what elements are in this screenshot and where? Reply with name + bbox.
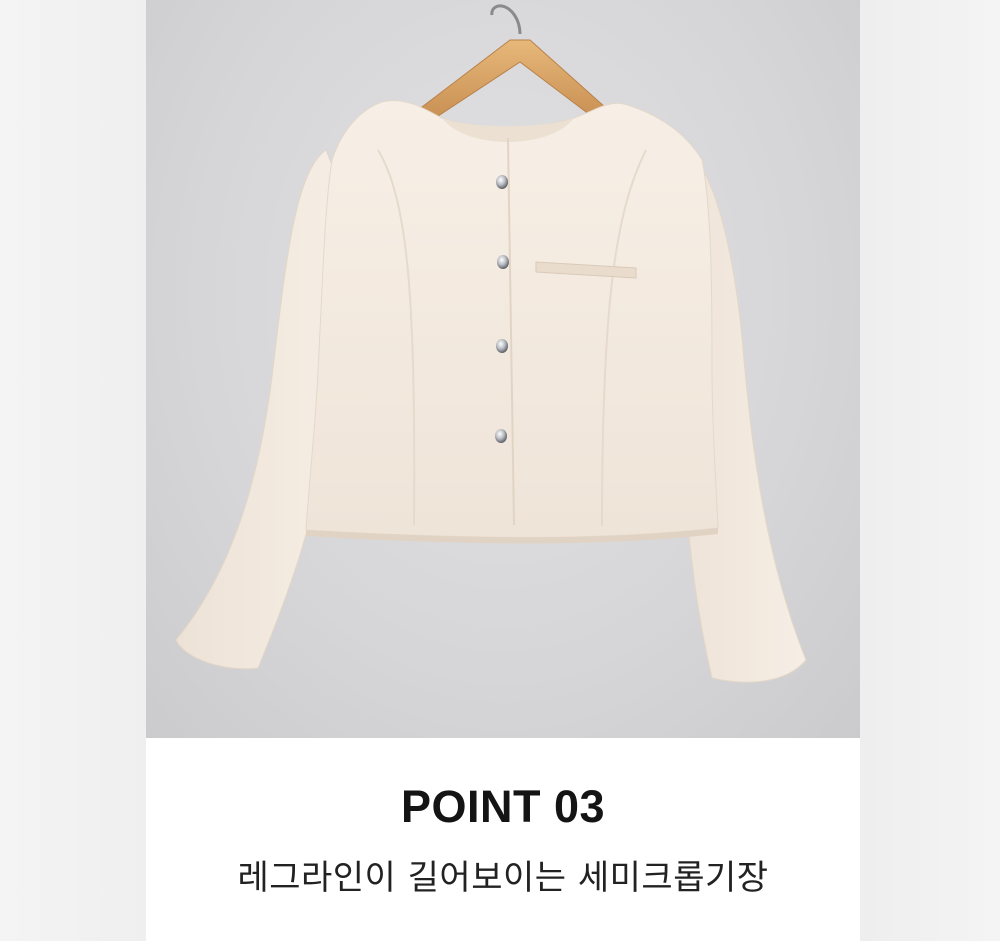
product-detail-page: POINT 03 레그라인이 길어보이는 세미크롭기장 [0,0,1000,941]
right-margin [860,0,1000,941]
hanger [417,39,607,121]
product-photo [146,0,860,738]
button [496,175,508,189]
button [497,255,509,269]
left-margin [0,0,146,941]
button [495,429,507,443]
jacket-body [305,100,719,538]
hanger-hook [490,4,522,35]
button [496,339,508,353]
point-description: 레그라인이 길어보이는 세미크롭기장 [237,858,769,898]
jacket-illustration [175,4,807,683]
point-title: POINT 03 [400,781,606,832]
caption-panel: POINT 03 레그라인이 길어보이는 세미크롭기장 [146,738,860,941]
